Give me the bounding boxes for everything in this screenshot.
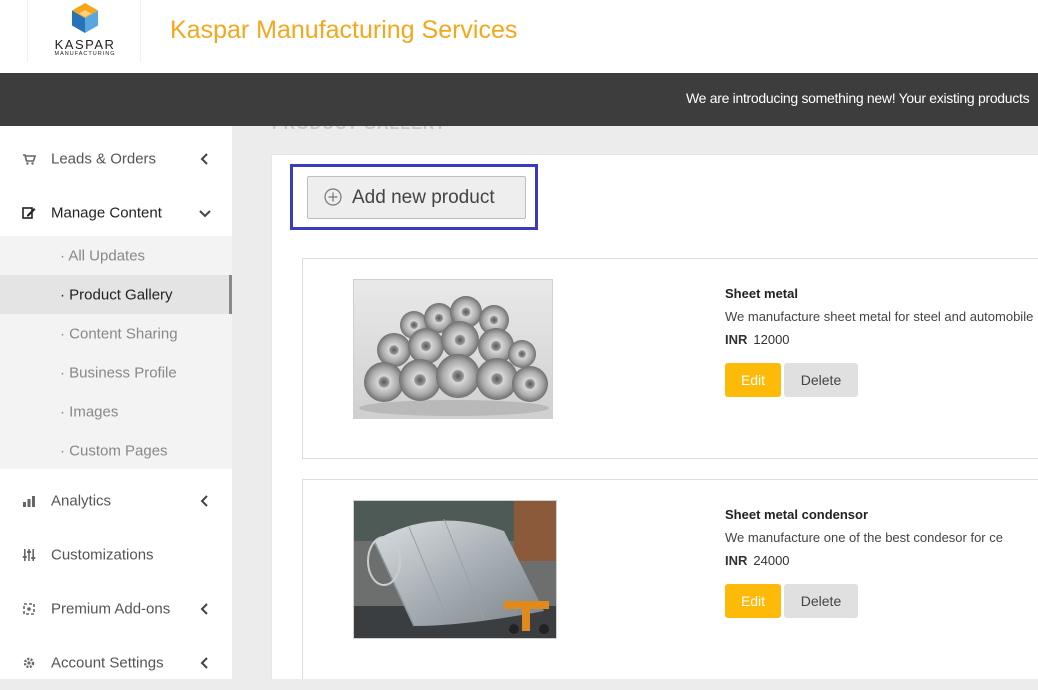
sidebar-item-manage-content[interactable]: Manage Content	[0, 186, 232, 240]
product-image[interactable]	[353, 500, 557, 639]
sidebar-item-analytics[interactable]: Analytics	[0, 474, 232, 528]
sidebar-item-label: Leads & Orders	[51, 150, 157, 168]
product-card: Sheet metal condensor We manufacture one…	[302, 479, 1038, 679]
sidebar-item-label: Analytics	[51, 492, 112, 510]
sidebar-subitem-label: · Content Sharing	[60, 325, 178, 342]
main-content: PRODUCT GALLERY Add new product	[232, 126, 1038, 679]
logo-cube-icon	[72, 3, 98, 33]
sidebar-subitem-label: · Custom Pages	[60, 442, 168, 459]
sidebar-item-account-settings[interactable]: Account Settings	[0, 636, 232, 690]
delete-product-button[interactable]: Delete	[784, 363, 858, 397]
price-currency: INR	[725, 553, 748, 568]
chevron-left-icon	[200, 153, 208, 165]
edit-product-button[interactable]: Edit	[725, 363, 781, 397]
puzzle-icon	[23, 603, 35, 615]
product-description: We manufacture sheet metal for steel and…	[725, 309, 1034, 324]
product-description: We manufacture one of the best condesor …	[725, 530, 1003, 545]
price-value: 24000	[753, 553, 790, 568]
cart-icon	[23, 154, 36, 165]
plus-circle-icon	[324, 188, 342, 206]
manage-content-submenu: · All Updates · Product Gallery · Conten…	[0, 236, 232, 469]
sidebar-item-label: Account Settings	[51, 654, 164, 672]
chevron-left-icon	[200, 603, 208, 615]
steel-coils-image	[354, 280, 552, 418]
edit-icon	[22, 207, 36, 219]
edit-product-button[interactable]: Edit	[725, 584, 781, 618]
product-price: INR 12000	[725, 332, 790, 347]
sidebar-subitem-custom-pages[interactable]: · Custom Pages	[0, 431, 232, 470]
product-gallery-panel: Add new product Sheet metal We manufactu…	[271, 154, 1038, 679]
sliders-icon	[22, 549, 36, 561]
top-header: KASPAR MANUFACTURING Kaspar Manufacturin…	[0, 0, 1038, 73]
sidebar-item-label: Manage Content	[51, 204, 162, 222]
sidebar-item-premium-add-ons[interactable]: Premium Add-ons	[0, 582, 232, 636]
chevron-left-icon	[200, 495, 208, 507]
sidebar-subitem-business-profile[interactable]: · Business Profile	[0, 353, 232, 392]
logo-name: KASPAR	[54, 37, 116, 52]
bar-chart-icon	[23, 496, 35, 507]
delete-product-button[interactable]: Delete	[784, 584, 858, 618]
price-value: 12000	[753, 332, 790, 347]
page-title: PRODUCT GALLERY	[272, 126, 446, 134]
product-title: Sheet metal condensor	[725, 507, 869, 522]
sidebar-subitem-all-updates[interactable]: · All Updates	[0, 236, 232, 275]
announcement-text: We are introducing something new! Your e…	[686, 90, 1030, 106]
product-price: INR 24000	[725, 553, 790, 568]
sidebar-subitem-images[interactable]: · Images	[0, 392, 232, 431]
price-currency: INR	[725, 332, 748, 347]
condensor-image	[354, 501, 556, 638]
company-logo[interactable]: KASPAR MANUFACTURING	[27, 0, 141, 62]
sidebar-item-leads-orders[interactable]: Leads & Orders	[0, 132, 232, 186]
chevron-down-icon	[199, 210, 211, 218]
product-image[interactable]	[353, 279, 553, 419]
chevron-left-icon	[200, 657, 208, 669]
sidebar-subitem-content-sharing[interactable]: · Content Sharing	[0, 314, 232, 353]
add-new-product-label: Add new product	[352, 187, 495, 208]
announcement-banner: We are introducing something new! Your e…	[0, 73, 1038, 126]
sidebar-subitem-label: · All Updates	[60, 247, 146, 264]
logo-subtitle: MANUFACTURING	[54, 51, 116, 57]
gear-icon	[23, 657, 35, 669]
company-name: Kaspar Manufacturing Services	[170, 16, 518, 44]
sidebar-subitem-label: · Business Profile	[60, 364, 177, 381]
sidebar-item-label: Customizations	[51, 546, 154, 564]
product-card: Sheet metal We manufacture sheet metal f…	[302, 258, 1038, 459]
sidebar-subitem-label: · Product Gallery	[60, 286, 173, 303]
sidebar-subitem-product-gallery[interactable]: · Product Gallery	[0, 275, 232, 314]
sidebar: Leads & Orders Manage Content · All Upda…	[0, 126, 232, 679]
add-new-product-button[interactable]: Add new product	[307, 176, 526, 219]
sidebar-subitem-label: · Images	[60, 403, 119, 420]
sidebar-item-customizations[interactable]: Customizations	[0, 528, 232, 582]
sidebar-item-label: Premium Add-ons	[51, 600, 171, 618]
product-title: Sheet metal	[725, 286, 798, 301]
